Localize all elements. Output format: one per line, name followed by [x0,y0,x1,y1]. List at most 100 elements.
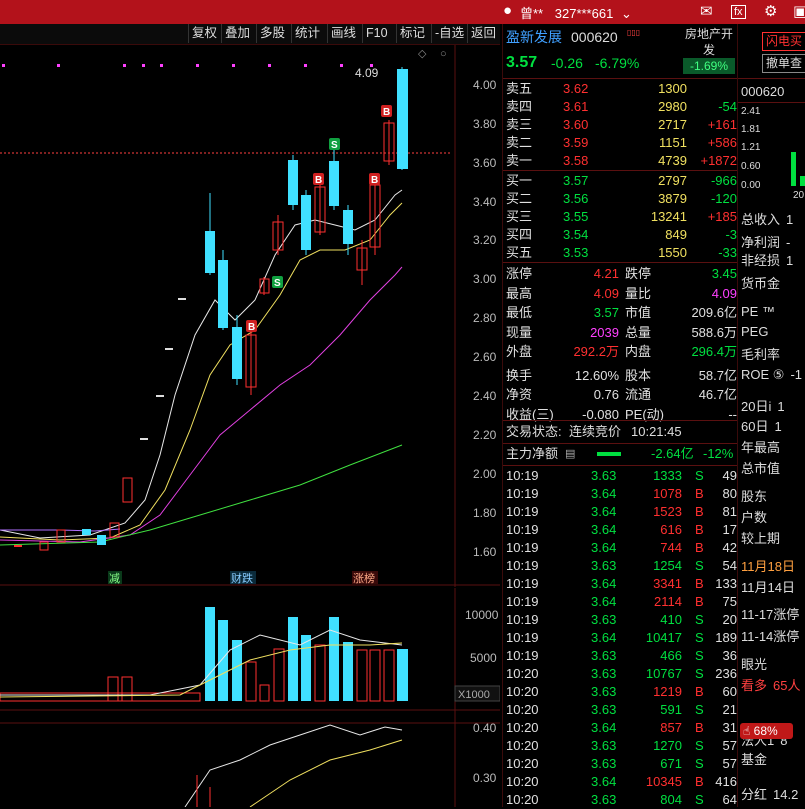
side-label[interactable]: 户数 [741,507,767,526]
tick-row[interactable]: 10:19 3.63 466 S 36 [505,647,737,665]
side-label[interactable]: ROE ⑤ -1 [741,367,802,383]
cancel-query-button[interactable]: 撤单查 [762,54,805,73]
mark-button[interactable]: 标记 [396,24,428,43]
ask-row[interactable]: 卖三 3.60 2717 +161 [505,116,737,134]
tick-row[interactable]: 10:19 3.64 3341 B 133 [505,575,737,593]
tick-volume: 10345 [645,774,682,789]
bid-row[interactable]: 买二 3.56 3879 -120 [505,190,737,208]
tick-row[interactable]: 10:20 3.64 10345 B 416 [505,773,737,791]
lightning-buy-button[interactable]: 闪电买 [762,32,805,51]
tick-row[interactable]: 10:19 3.64 744 B 42 [505,539,737,557]
kline-chart[interactable]: 4.00 3.80 3.60 3.40 3.20 3.00 2.80 2.60 … [0,45,500,807]
tick-direction: S [695,648,704,663]
tick-price: 3.64 [591,774,617,789]
side-label[interactable]: 净利润 - [741,232,790,251]
side-label[interactable]: 眼光 [741,654,767,673]
tick-row[interactable]: 10:19 3.64 10417 S 189 [505,629,737,647]
statistics-button[interactable]: 统计 [291,24,323,43]
tick-direction: S [695,612,704,627]
side-label-text: 非经损 [741,253,781,268]
stat-row[interactable]: 外盘 292.2万 内盘 296.4万 [505,343,737,361]
ask-price: 3.58 [563,153,589,168]
side-label[interactable]: 年最高 [741,437,780,456]
side-label[interactable]: 60日 1 [741,416,782,435]
tick-count: 49 [722,468,737,483]
overlay-button[interactable]: 叠加 [221,24,253,43]
stat-row[interactable]: 净资 0.76 流通 46.7亿 [505,386,737,404]
side-label[interactable]: 非经损 1 [741,250,793,269]
tick-direction: B [695,684,704,699]
bid-row[interactable]: 买三 3.55 13241 +185 [505,208,737,226]
bid-row[interactable]: 买一 3.57 2797 -966 [505,172,737,190]
restore-rights-button[interactable]: 复权 [188,24,220,43]
stock-name[interactable]: 盈新发展 [506,28,562,46]
tick-row[interactable]: 10:19 3.64 1078 B 80 [505,485,737,503]
side-label[interactable]: 毛利率 [741,344,780,363]
add-favorite-button[interactable]: -自选 [431,24,467,43]
tick-row[interactable]: 10:20 3.63 591 S 21 [505,701,737,719]
main-net-flow[interactable]: 主力净额 ▤ -2.64亿 -12% [505,445,737,463]
mail-icon[interactable]: ✉ [700,2,713,20]
draw-line-button[interactable]: 画线 [327,24,359,43]
side-label[interactable]: PE ™ [741,304,775,319]
ask-delta: +161 [707,117,737,132]
ask-row[interactable]: 卖五 3.62 1300 [505,80,737,98]
tick-row[interactable]: 10:19 3.64 1523 B 81 [505,503,737,521]
gear-icon[interactable]: ⚙ [764,2,777,20]
account-label[interactable]: 曾** 327***661 ⌄ [520,3,632,22]
tick-price: 3.64 [591,720,617,735]
side-label[interactable]: 较上期 [741,528,780,547]
bid-row[interactable]: 买四 3.54 849 -3 [505,226,737,244]
fx-icon[interactable]: fx [731,5,746,19]
side-label[interactable]: 总收入 1 [741,209,793,228]
tick-row[interactable]: 10:19 3.64 616 B 17 [505,521,737,539]
tick-count: 17 [722,522,737,537]
tick-time: 10:20 [506,720,539,735]
side-label[interactable]: PEG [741,324,768,339]
event-tag-limit-up[interactable]: 涨榜 [353,571,375,585]
tick-row[interactable]: 10:20 3.63 1219 B 60 [505,683,737,701]
side-label[interactable]: 20日i 1 [741,396,785,415]
side-label-text: 净利润 [741,235,781,250]
side-label[interactable]: 总市值 [741,458,780,477]
message-icon[interactable]: ▣ [793,2,805,20]
tick-row[interactable]: 10:20 3.63 804 S 64 [505,791,737,809]
multi-stock-button[interactable]: 多股 [256,24,288,43]
stat-row[interactable]: 最低 3.57 市值 209.6亿 [505,304,737,322]
tick-row[interactable]: 10:20 3.63 10767 S 236 [505,665,737,683]
event-tag-reduce[interactable]: 减 [109,572,120,585]
side-label[interactable]: 11月18日 [741,556,795,575]
bid-row[interactable]: 买五 3.53 1550 -33 [505,244,737,262]
tick-row[interactable]: 10:20 3.63 1270 S 57 [505,737,737,755]
f10-button[interactable]: F10 [362,24,391,43]
side-label[interactable]: 分红 14.2 [741,784,798,803]
flow-bar [597,452,621,456]
stat-row[interactable]: 涨停 4.21 跌停 3.45 [505,265,737,283]
stat-row[interactable]: 最高 4.09 量比 4.09 [505,285,737,303]
side-label[interactable]: 看多 65人 [741,675,800,694]
side-info-panel: 闪电买 撤单查 000620 2.41 1.81 1.21 0.60 0.00 … [737,24,805,807]
kline-chart-area[interactable]: 4.00 3.80 3.60 3.40 3.20 3.00 2.80 2.60 … [0,45,500,807]
tick-row[interactable]: 10:19 3.63 410 S 20 [505,611,737,629]
tick-row[interactable]: 10:19 3.63 1254 S 54 [505,557,737,575]
tick-row[interactable]: 10:19 3.63 1333 S 49 [505,467,737,485]
stat-row[interactable]: 换手 12.60% 股本 58.7亿 [505,367,737,385]
stat-row[interactable]: 现量 2039 总量 588.6万 [505,324,737,342]
side-label[interactable]: 基金 [741,749,767,768]
side-label[interactable]: 货币金 [741,273,780,292]
side-label[interactable]: 11-17涨停 [741,604,799,623]
event-tag-finance[interactable]: 财跌 [231,571,253,585]
tick-row[interactable]: 10:19 3.64 2114 B 75 [505,593,737,611]
side-label[interactable]: 11月14日 [741,577,795,596]
ask-row[interactable]: 卖二 3.59 1151 +586 [505,134,737,152]
side-label[interactable]: 11-14涨停 [741,626,799,645]
bid-volume: 13241 [650,209,687,224]
tick-row[interactable]: 10:20 3.63 671 S 57 [505,755,737,773]
user-icon[interactable]: ● [503,2,512,19]
side-label[interactable]: 股东 [741,486,767,505]
tick-row[interactable]: 10:20 3.64 857 B 31 [505,719,737,737]
ask-row[interactable]: 卖一 3.58 4739 +1872 [505,152,737,170]
back-button[interactable]: 返回 [467,24,499,43]
ask-row[interactable]: 卖四 3.61 2980 -54 [505,98,737,116]
ask-volume: 4739 [658,153,687,168]
